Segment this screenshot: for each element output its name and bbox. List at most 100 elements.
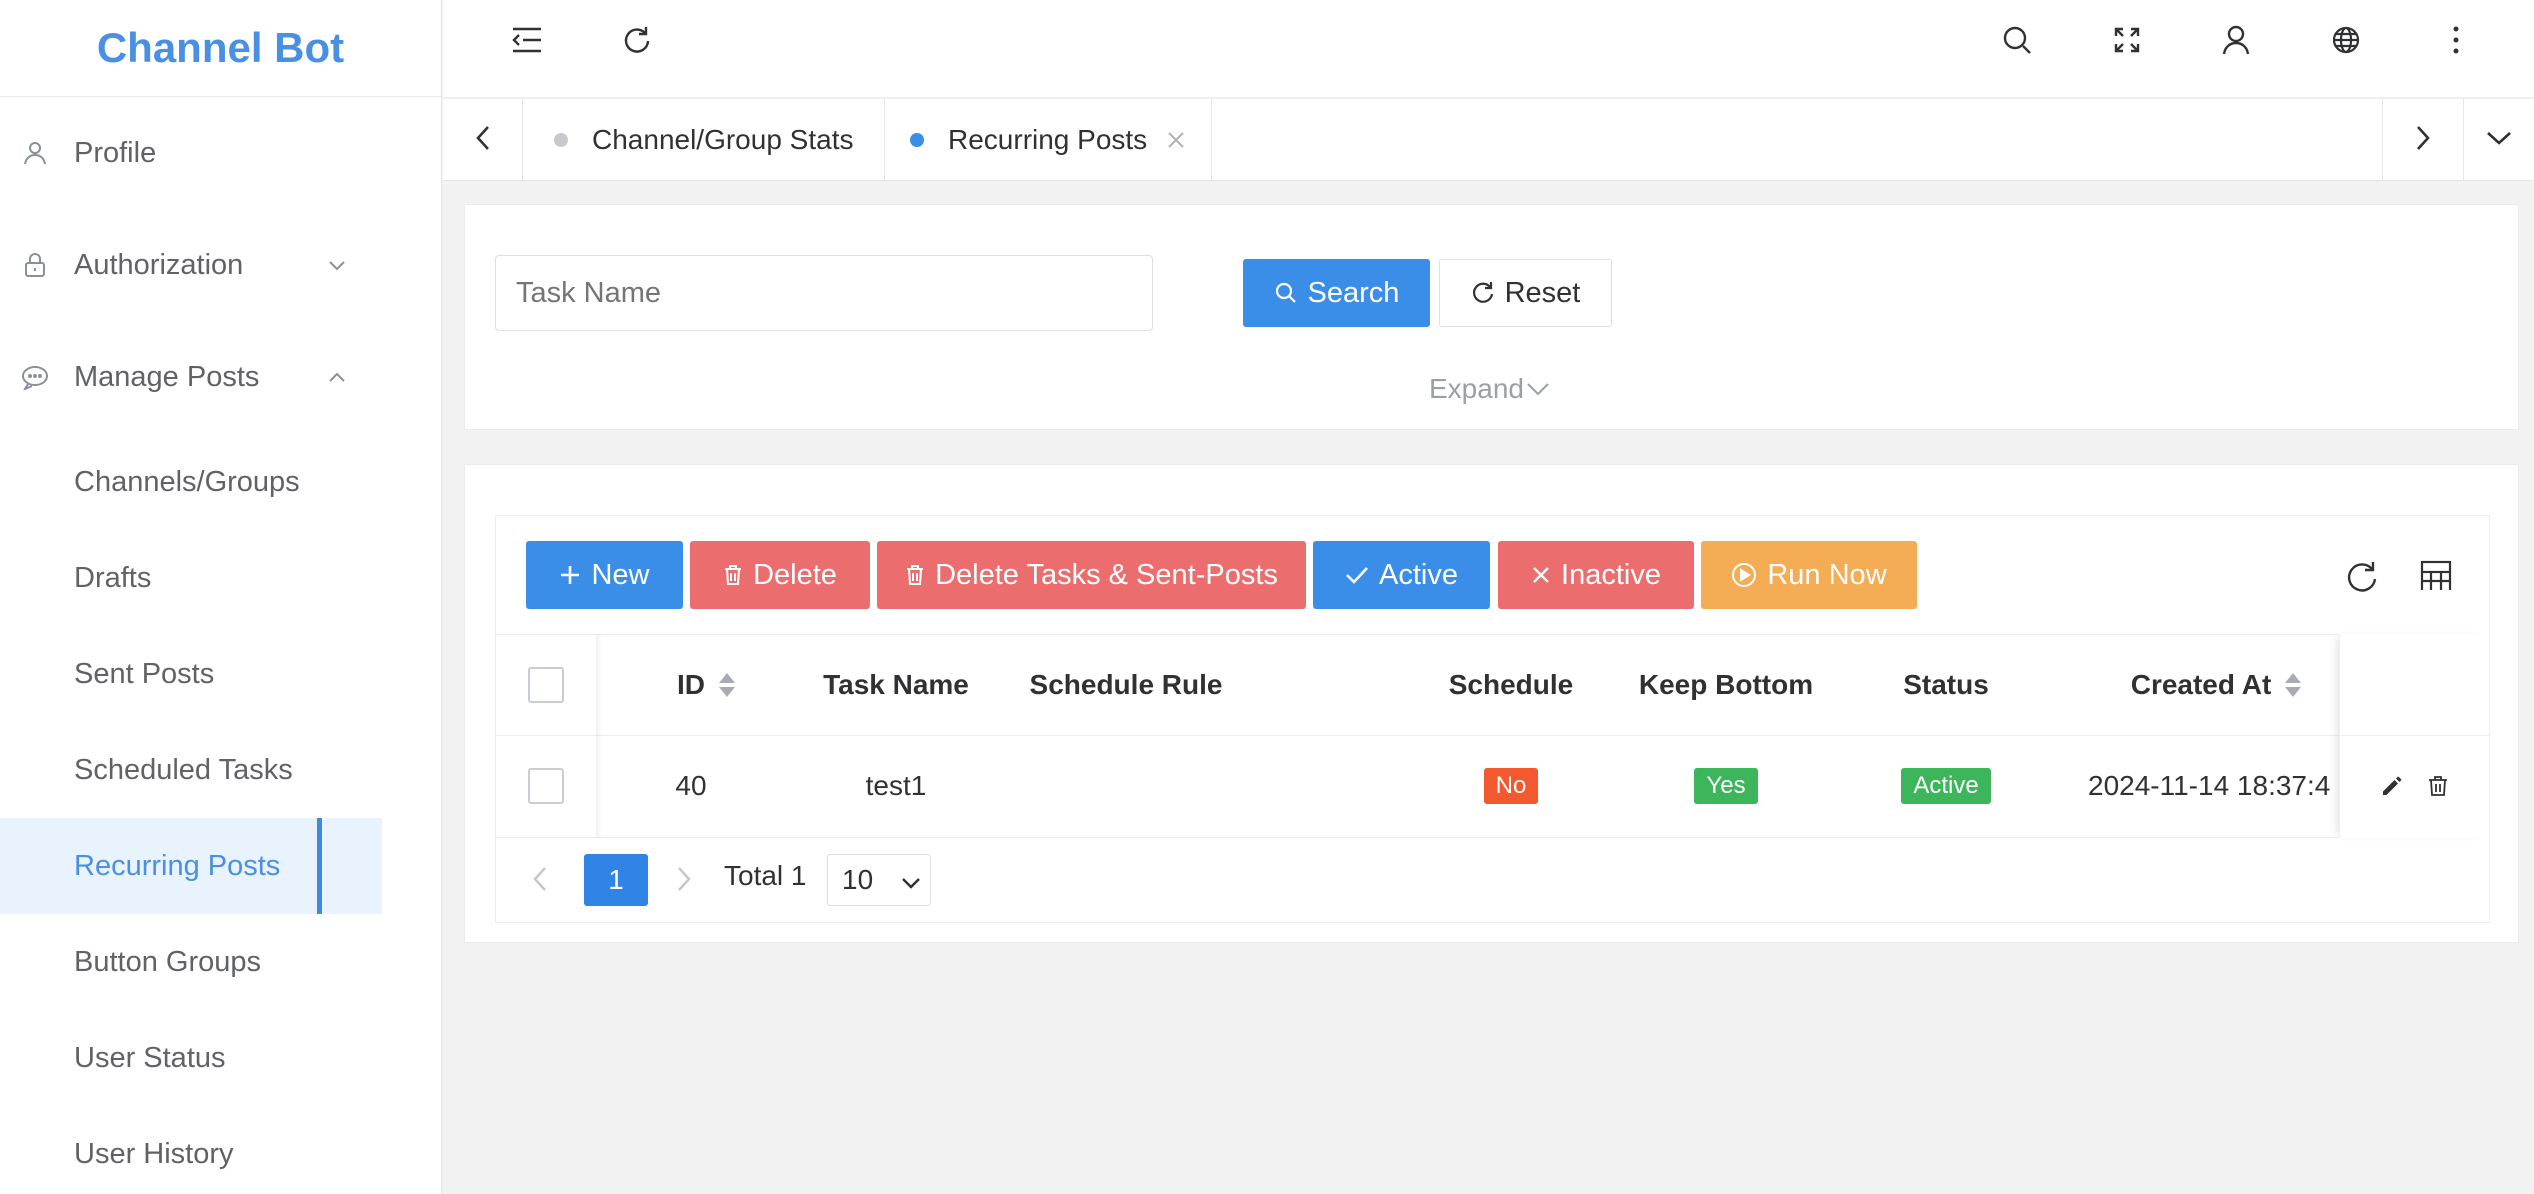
- search-icon[interactable]: [1997, 20, 2037, 60]
- globe-icon[interactable]: [2326, 20, 2366, 60]
- next-page-icon[interactable]: [676, 866, 692, 892]
- table-container: New Delete Delete Tasks & Sent-Posts Act…: [495, 515, 2490, 923]
- select-all-checkbox[interactable]: [528, 667, 564, 703]
- cell-id: 40: [675, 770, 707, 801]
- trash-icon: [723, 564, 743, 586]
- cell-created-at: 2024-11-14 18:37:4: [2088, 770, 2331, 801]
- plus-icon: [559, 564, 581, 586]
- activate-button[interactable]: Active: [1313, 541, 1490, 609]
- column-header-label: Task Name: [823, 669, 969, 700]
- user-icon[interactable]: [2216, 20, 2256, 60]
- column-header-id[interactable]: ID: [636, 635, 776, 735]
- actions-column: [2339, 634, 2489, 838]
- column-header-task-name: Task Name: [796, 635, 996, 735]
- sidebar-item-profile[interactable]: Profile: [0, 105, 441, 201]
- search-button[interactable]: Search: [1243, 259, 1430, 327]
- refresh-table-icon[interactable]: [2341, 556, 2381, 596]
- sidebar-item-label: Sent Posts: [74, 657, 215, 690]
- reset-button[interactable]: Reset: [1439, 259, 1612, 327]
- sort-icon[interactable]: [2285, 673, 2302, 697]
- column-header-label: Schedule: [1448, 669, 1574, 700]
- chevron-right-icon: [2415, 125, 2431, 156]
- column-header-schedule-rule: Schedule Rule: [1016, 635, 1236, 735]
- table-panel: New Delete Delete Tasks & Sent-Posts Act…: [464, 464, 2519, 943]
- sidebar-item-label: User History: [74, 1137, 234, 1170]
- tab-recurring-posts[interactable]: Recurring Posts: [880, 99, 1213, 181]
- fullscreen-icon[interactable]: [2107, 20, 2147, 60]
- sidebar-item-label: Manage Posts: [74, 360, 260, 393]
- delete-button[interactable]: Delete: [690, 541, 870, 609]
- sidebar-item-drafts[interactable]: Drafts: [0, 530, 441, 626]
- close-icon[interactable]: [1167, 131, 1185, 149]
- sidebar-item-manage-posts[interactable]: Manage Posts: [0, 329, 441, 425]
- chevron-up-icon: [322, 362, 352, 392]
- sidebar-item-sent-posts[interactable]: Sent Posts: [0, 626, 441, 722]
- page-size-select[interactable]: 10: [827, 854, 931, 906]
- app-logo-title: Channel Bot: [0, 0, 441, 97]
- sidebar: Channel Bot Profile Authorization Manage…: [0, 0, 442, 1194]
- search-button-label: Search: [1307, 276, 1400, 309]
- tab-channel-group-stats[interactable]: Channel/Group Stats: [524, 99, 885, 181]
- prev-page-icon[interactable]: [532, 866, 548, 892]
- row-checkbox-cell: [496, 736, 596, 836]
- chevron-down-icon: [900, 869, 922, 901]
- sort-icon[interactable]: [719, 673, 735, 697]
- collapse-menu-icon[interactable]: [507, 20, 547, 60]
- sidebar-item-user-history[interactable]: User History: [0, 1106, 441, 1194]
- task-name-search-input[interactable]: [495, 255, 1153, 331]
- sidebar-item-recurring-posts[interactable]: Recurring Posts: [0, 818, 382, 914]
- expand-label: Expand: [1429, 373, 1524, 404]
- sidebar-item-user-status[interactable]: User Status: [0, 1010, 441, 1106]
- chevron-down-icon: [2486, 130, 2512, 151]
- pagination: 1 Total 1 10: [496, 838, 2489, 922]
- row-checkbox[interactable]: [528, 768, 564, 804]
- sidebar-item-label: Profile: [74, 136, 157, 169]
- select-all-checkbox-cell: [496, 635, 596, 735]
- column-header-schedule: Schedule: [1416, 635, 1606, 735]
- chevron-down-icon: [322, 250, 352, 280]
- table-toolbar: New Delete Delete Tasks & Sent-Posts Act…: [496, 516, 2489, 634]
- table-header: ID Task Name Schedule Rule Schedule Keep…: [496, 634, 2489, 736]
- cell-status: Active: [1856, 736, 2036, 836]
- tab-label: Recurring Posts: [948, 124, 1148, 155]
- sidebar-item-channels-groups[interactable]: Channels/Groups: [0, 434, 441, 530]
- new-button-label: New: [591, 558, 650, 591]
- refresh-icon[interactable]: [616, 20, 656, 60]
- active-button-label: Active: [1379, 558, 1458, 591]
- close-icon: [1531, 565, 1551, 585]
- trash-icon[interactable]: [2426, 774, 2450, 798]
- delete-tasks-and-sent-posts-button[interactable]: Delete Tasks & Sent-Posts: [877, 541, 1306, 609]
- tabs-scroll-left-button[interactable]: [443, 99, 523, 181]
- active-indicator: [317, 818, 322, 914]
- actions-header: [2340, 634, 2489, 736]
- tab-label: Channel/Group Stats: [592, 124, 854, 155]
- cell-task-name: test1: [865, 770, 927, 801]
- tabs-scroll-right-button[interactable]: [2382, 99, 2462, 181]
- edit-icon[interactable]: [2380, 774, 2404, 798]
- expand-toggle[interactable]: Expand: [1429, 373, 1550, 405]
- page-size-value: 10: [842, 864, 874, 895]
- sidebar-item-label: Scheduled Tasks: [74, 753, 293, 786]
- tabs-dropdown-button[interactable]: [2463, 99, 2534, 181]
- more-vertical-icon[interactable]: [2436, 20, 2476, 60]
- column-header-status: Status: [1856, 635, 2036, 735]
- column-header-label: Schedule Rule: [1029, 669, 1223, 700]
- deactivate-button[interactable]: Inactive: [1498, 541, 1694, 609]
- lock-icon: [20, 250, 50, 280]
- new-button[interactable]: New: [526, 541, 683, 609]
- refresh-icon: [1471, 281, 1495, 305]
- tabs-bar: Channel/Group Stats Recurring Posts: [443, 99, 2534, 181]
- delete-button-label: Delete: [753, 558, 837, 591]
- sidebar-item-label: Button Groups: [74, 945, 261, 978]
- sidebar-item-authorization[interactable]: Authorization: [0, 217, 441, 313]
- sidebar-item-button-groups[interactable]: Button Groups: [0, 914, 441, 1010]
- column-settings-icon[interactable]: [2416, 556, 2456, 596]
- page-number-button[interactable]: 1: [584, 854, 648, 906]
- run-now-button[interactable]: Run Now: [1701, 541, 1917, 609]
- total-count: Total 1: [724, 860, 807, 891]
- column-header-created-at[interactable]: Created At: [2096, 635, 2336, 735]
- table-row: 40 test1 No Yes Active 2024-11-14 18:37:…: [496, 736, 2489, 838]
- sidebar-item-scheduled-tasks[interactable]: Scheduled Tasks: [0, 722, 441, 818]
- status-badge: No: [1483, 768, 1539, 804]
- chevron-down-icon: [1526, 382, 1550, 396]
